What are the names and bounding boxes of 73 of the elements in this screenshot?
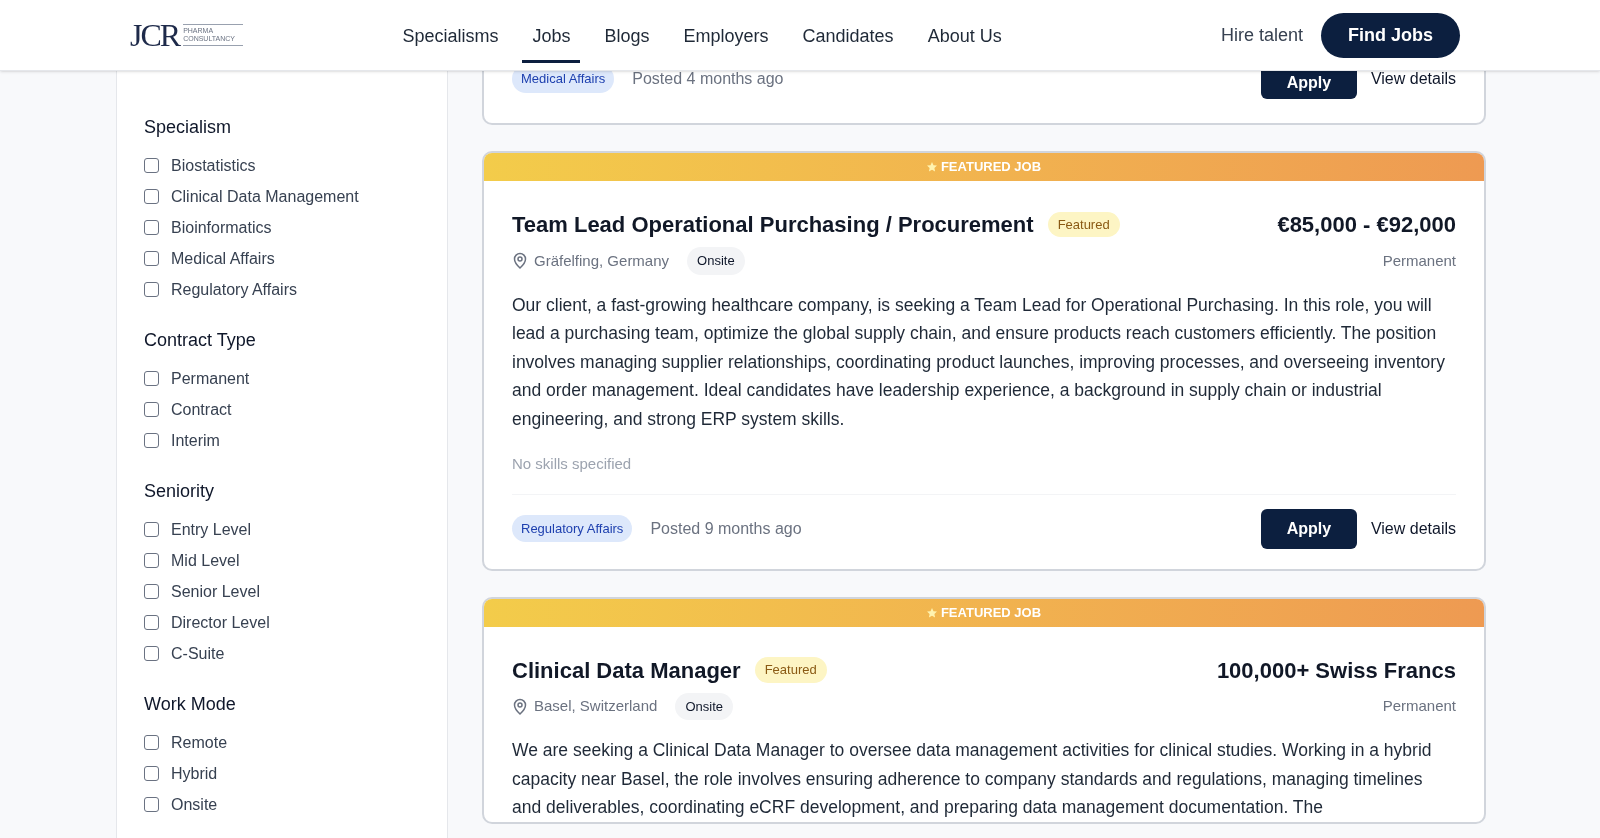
checkbox[interactable] — [144, 766, 159, 781]
checkbox[interactable] — [144, 797, 159, 812]
checkbox[interactable] — [144, 402, 159, 417]
contract-type: Permanent — [1382, 696, 1456, 716]
checkbox[interactable] — [144, 584, 159, 599]
job-title[interactable]: Clinical Data Manager — [512, 653, 741, 687]
filter-option-label[interactable]: Biostatistics — [171, 153, 256, 178]
job-title[interactable]: Team Lead Operational Purchasing / Procurement — [512, 208, 1034, 241]
contract-type: Permanent — [1382, 250, 1456, 271]
filter-option-label[interactable]: Permanent — [171, 366, 250, 391]
salary: 100,000+ Swiss Francs — [1216, 656, 1456, 685]
nav-link[interactable]: Blogs — [604, 13, 650, 63]
apply-button[interactable]: Apply — [1260, 71, 1357, 99]
hire-talent-link[interactable]: Hire talent — [1220, 21, 1303, 49]
filter-option-label[interactable]: Senior Level — [171, 579, 260, 604]
nav-link[interactable]: Jobs — [522, 13, 581, 63]
featured-label: FEATURED JOB — [940, 603, 1042, 622]
checkbox[interactable] — [144, 189, 159, 204]
location-pin-icon — [512, 252, 528, 270]
job-location: Basel, Switzerland — [534, 696, 658, 716]
nav-link[interactable]: Candidates — [802, 13, 894, 63]
skills-note: No skills specified — [512, 453, 1456, 495]
filter-option-label[interactable]: Onsite — [171, 792, 218, 817]
checkbox[interactable] — [144, 553, 159, 568]
job-description: We are seeking a Clinical Data Manager to oversee data management activities for clinical studies. Working in a hybrid capacity near Basel, the role involves ensuring adherence to company standards and regulations, managing timelines and deliverables, coordinating eCRF development, and preparing data management documentation. The — [512, 739, 1433, 819]
checkbox[interactable] — [144, 522, 159, 537]
view-details-link[interactable]: View details — [1370, 67, 1456, 91]
nav-link[interactable]: Employers — [683, 13, 769, 63]
filter-option-label[interactable]: Entry Level — [171, 517, 252, 542]
filter-group-title: Specialism — [144, 116, 233, 139]
posted-date: Posted 4 months ago — [632, 69, 784, 89]
checkbox[interactable] — [144, 371, 159, 386]
star-icon — [926, 607, 937, 618]
checkbox[interactable] — [144, 282, 159, 297]
filter-option-label[interactable]: Contract — [171, 397, 232, 422]
salary: €85,000 - €92,000 — [1277, 211, 1456, 239]
apply-button[interactable]: Apply — [1260, 508, 1357, 549]
featured-badge: Featured — [754, 657, 827, 683]
checkbox[interactable] — [144, 735, 159, 750]
filter-option-label[interactable]: Director Level — [171, 610, 270, 635]
filter-option-label[interactable]: Medical Affairs — [171, 246, 275, 271]
logo[interactable]: JCR — [130, 19, 180, 51]
find-jobs-button[interactable]: Find Jobs — [1321, 12, 1460, 58]
filter-option-label[interactable]: Mid Level — [171, 548, 240, 573]
filter-group-title: Seniority — [144, 480, 216, 503]
work-mode-badge: Onsite — [687, 247, 745, 275]
location-pin-icon — [512, 697, 528, 715]
featured-label: FEATURED JOB — [940, 158, 1042, 177]
work-mode-badge: Onsite — [675, 692, 733, 720]
filter-option-label[interactable]: Interim — [171, 428, 220, 453]
featured-badge: Featured — [1047, 211, 1120, 238]
star-icon — [926, 162, 937, 172]
filter-group-title: Contract Type — [144, 329, 257, 352]
filter-option-label[interactable]: Remote — [171, 730, 228, 755]
view-details-link[interactable]: View details — [1370, 516, 1456, 541]
specialism-tag: Regulatory Affairs — [512, 514, 633, 543]
job-description: Our client, a fast-growing healthcare company, is seeking a Team Lead for Operational Purchasing. In this role, you will lead a purchasing team, optimize the global supply chain, and ensure products reach customers efficiently. The position involves managing supplier relationships, coordinating product launches, improving processes, and overseeing inventory and order management. Ideal candidates have leadership experience, a background in supply chain or industrial engineering, and strong ERP system skills. — [512, 293, 1446, 431]
filter-option-label[interactable]: C-Suite — [171, 641, 225, 666]
nav-link[interactable]: Specialisms — [402, 13, 499, 63]
checkbox[interactable] — [144, 615, 159, 630]
checkbox[interactable] — [144, 433, 159, 448]
filter-option-label[interactable]: Clinical Data Management — [171, 184, 359, 209]
filter-option-label[interactable]: Hybrid — [171, 761, 218, 786]
filter-group-title: Work Mode — [144, 693, 237, 716]
checkbox[interactable] — [144, 251, 159, 266]
job-location: Gräfelfing, Germany — [534, 250, 670, 271]
checkbox[interactable] — [144, 220, 159, 235]
filter-option-label[interactable]: Bioinformatics — [171, 215, 272, 240]
checkbox[interactable] — [144, 158, 159, 173]
checkbox[interactable] — [144, 646, 159, 661]
nav-link[interactable]: About Us — [927, 13, 1002, 63]
posted-date: Posted 9 months ago — [650, 518, 802, 539]
filter-option-label[interactable]: Regulatory Affairs — [171, 277, 297, 302]
